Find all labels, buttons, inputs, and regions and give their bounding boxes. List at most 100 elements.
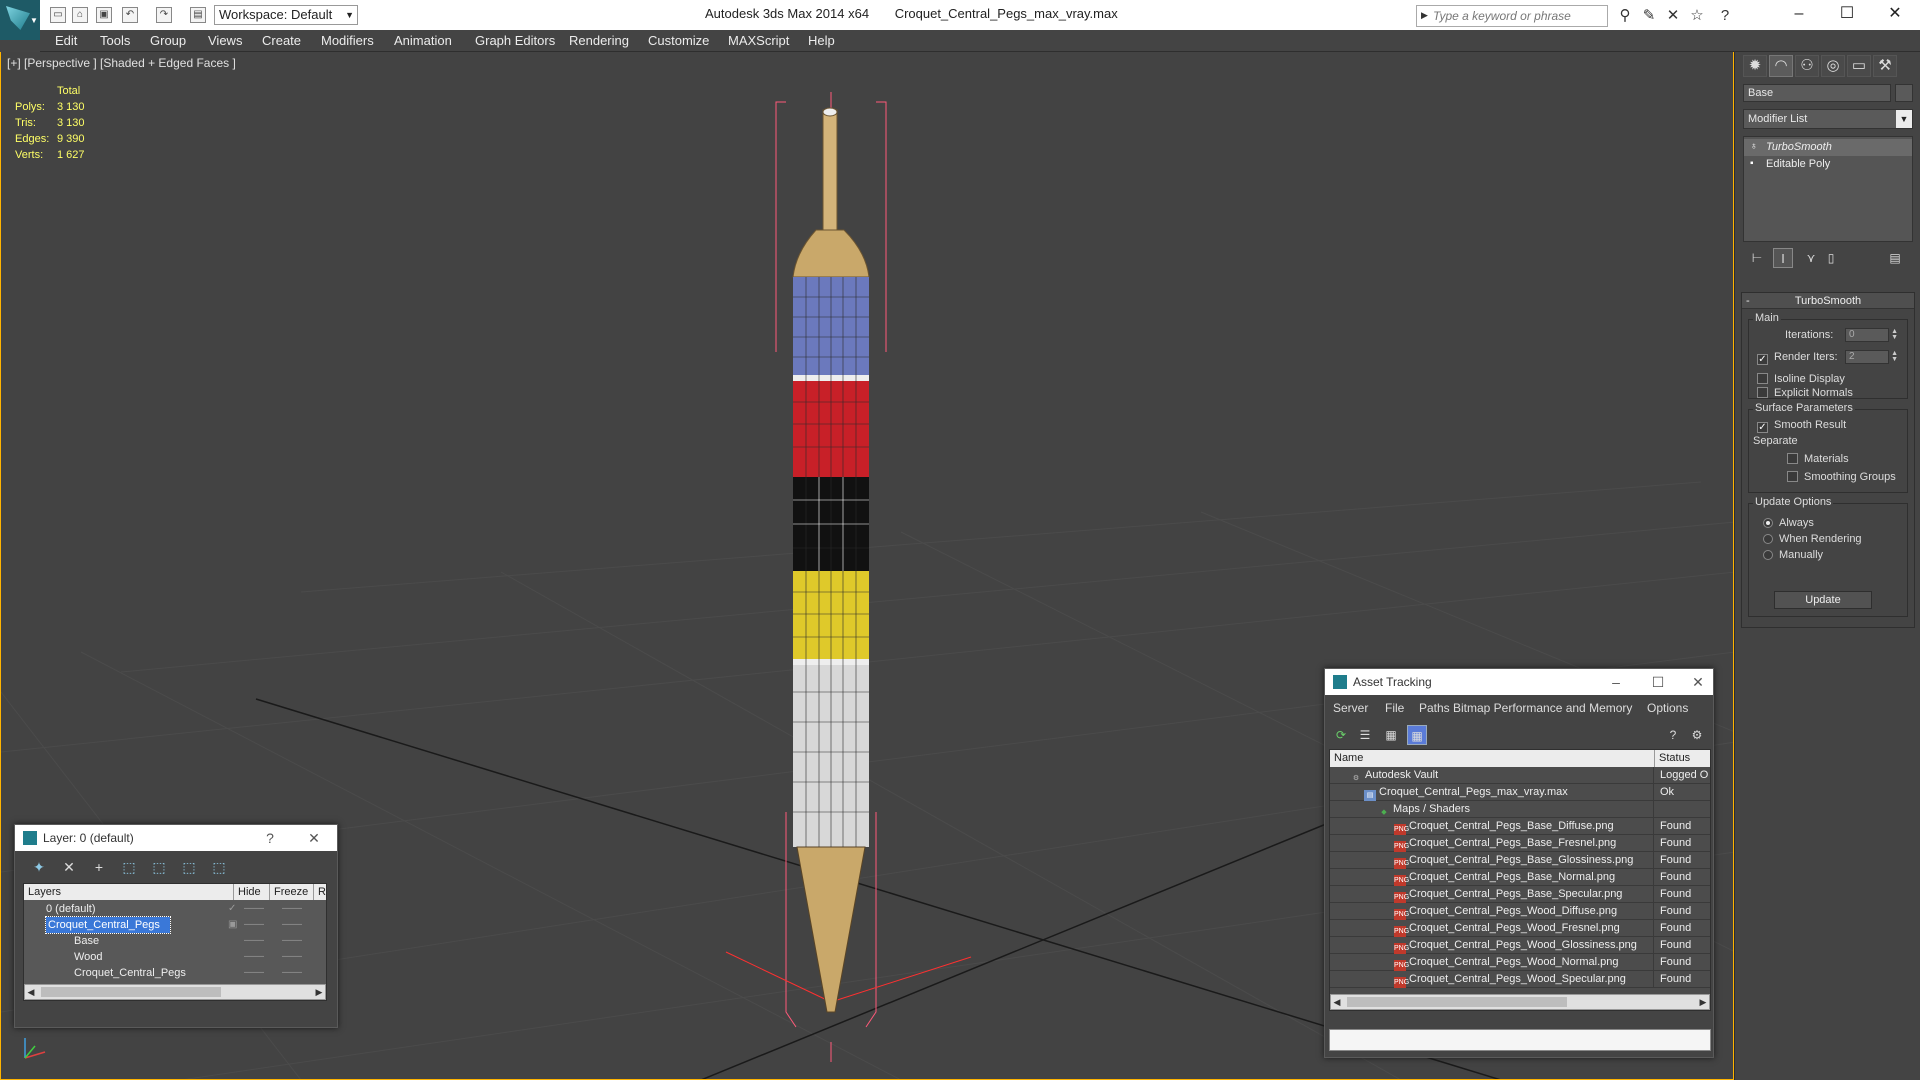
asset-row[interactable]: ▤ Croquet_Central_Pegs_max_vray.max Ok — [1330, 784, 1710, 801]
display-tab-icon[interactable]: ▭ — [1847, 55, 1871, 77]
help-icon[interactable]: ? — [1716, 7, 1734, 25]
column-status[interactable]: Status — [1654, 750, 1690, 767]
remove-modifier-icon[interactable]: ▯ — [1821, 248, 1841, 268]
minimize-button[interactable]: – — [1601, 669, 1631, 695]
asset-row[interactable]: PNGCroquet_Central_Pegs_Base_Glossiness.… — [1330, 852, 1710, 869]
maximize-button[interactable]: ☐ — [1643, 669, 1673, 695]
layer-row[interactable]: Croquet_Central_Pegs —— —— — [24, 965, 326, 981]
layer-row[interactable]: 0 (default) ✓ —— —— — [24, 901, 326, 917]
object-color-swatch[interactable] — [1895, 84, 1913, 102]
checkbox-icon[interactable] — [1757, 387, 1768, 398]
pin-stack-icon[interactable]: ⊢ — [1747, 248, 1767, 268]
object-name-input[interactable]: Base — [1743, 84, 1891, 102]
asset-row[interactable]: ◆ Maps / Shaders — [1330, 801, 1710, 818]
close-button[interactable]: ✕ — [1872, 0, 1918, 30]
create-layer-icon[interactable]: ✦ — [29, 857, 49, 877]
utilities-tab-icon[interactable]: ⚒ — [1873, 55, 1897, 77]
menu-rendering[interactable]: Rendering — [569, 33, 629, 48]
layer-freeze[interactable]: —— — [282, 901, 302, 917]
highlight-layer-icon[interactable]: ⬚ — [149, 857, 169, 877]
menu-views[interactable]: Views — [208, 33, 242, 48]
open-file-icon[interactable]: ⌂ — [72, 7, 88, 23]
close-button[interactable]: ✕ — [299, 825, 329, 851]
checkbox-checked-icon[interactable]: ✓ — [1757, 422, 1768, 433]
detail-view-icon[interactable]: ▦ — [1381, 725, 1401, 745]
freeze-all-layers-icon[interactable]: ⬚ — [209, 857, 229, 877]
smoothing-groups-row[interactable]: Smoothing Groups — [1787, 470, 1896, 484]
asset-row[interactable]: PNGCroquet_Central_Pegs_Wood_Diffuse.png… — [1330, 903, 1710, 920]
menu-modifiers[interactable]: Modifiers — [321, 33, 374, 48]
hierarchy-tab-icon[interactable]: ⚇ — [1795, 55, 1819, 77]
modifier-list-dropdown[interactable]: Modifier List ▼ — [1743, 109, 1913, 129]
update-button[interactable]: Update — [1774, 591, 1872, 609]
layer-hide[interactable]: —— — [244, 949, 264, 965]
spinner-arrows-icon[interactable]: ▲ ▼ — [1891, 328, 1898, 341]
checkbox-checked-icon[interactable]: ✓ — [1757, 354, 1768, 365]
select-objects-icon[interactable]: ⬚ — [119, 857, 139, 877]
layer-hide[interactable]: —— — [244, 965, 264, 981]
radio-icon[interactable] — [1763, 534, 1773, 544]
dialog-title-bar[interactable]: Asset Tracking – ☐ ✕ — [1325, 669, 1713, 695]
menu-file[interactable]: File — [1385, 701, 1404, 715]
layer-hide[interactable]: —— — [244, 917, 264, 933]
rollout-header[interactable]: - TurboSmooth — [1742, 293, 1914, 309]
asset-row[interactable]: PNGCroquet_Central_Pegs_Base_Normal.png F… — [1330, 869, 1710, 886]
asset-row[interactable]: PNGCroquet_Central_Pegs_Wood_Normal.png F… — [1330, 954, 1710, 971]
redo-icon[interactable]: ↷ — [156, 7, 172, 23]
layer-row[interactable]: Wood —— —— — [24, 949, 326, 965]
motion-tab-icon[interactable]: ◎ — [1821, 55, 1845, 77]
minimize-button[interactable]: – — [1776, 0, 1822, 30]
layer-freeze[interactable]: —— — [282, 965, 302, 981]
render-iters-spinner[interactable]: 2 ▲ ▼ — [1845, 350, 1898, 364]
column-render[interactable]: R — [314, 884, 326, 900]
column-hide[interactable]: Hide — [234, 884, 270, 900]
close-button[interactable]: ✕ — [1683, 669, 1713, 695]
expand-plus-icon[interactable]: ▪ — [1750, 158, 1760, 170]
asset-row[interactable]: ⚙ Autodesk Vault Logged O — [1330, 767, 1710, 784]
list-view-icon[interactable]: ☰ — [1355, 725, 1375, 745]
layer-freeze[interactable]: —— — [282, 949, 302, 965]
menu-paths[interactable]: Paths — [1419, 701, 1450, 715]
workspace-dropdown[interactable]: Workspace: Default ▼ — [214, 5, 358, 25]
menu-bitmap-performance[interactable]: Bitmap Performance and Memory — [1453, 701, 1632, 715]
asset-row[interactable]: PNGCroquet_Central_Pegs_Base_Specular.pn… — [1330, 886, 1710, 903]
spinner-arrows-icon[interactable]: ▲ ▼ — [1891, 350, 1898, 363]
help-button[interactable]: ? — [255, 825, 285, 851]
create-tab-icon[interactable]: ✹ — [1743, 55, 1767, 77]
horizontal-scrollbar[interactable]: ◀ ▶ — [24, 984, 326, 1000]
favorites-star-icon[interactable]: ☆ — [1688, 7, 1706, 25]
show-end-result-icon[interactable]: Ⅰ — [1773, 248, 1793, 268]
explicit-normals-row[interactable]: Explicit Normals — [1757, 386, 1853, 400]
maximize-button[interactable]: ☐ — [1824, 0, 1870, 30]
menu-options[interactable]: Options — [1647, 701, 1688, 715]
refresh-icon[interactable]: ⟳ — [1331, 725, 1351, 745]
menu-edit[interactable]: Edit — [55, 33, 77, 48]
asset-row[interactable]: PNGCroquet_Central_Pegs_Wood_Fresnel.png… — [1330, 920, 1710, 937]
layer-row[interactable]: Base —— —— — [24, 933, 326, 949]
layer-hide[interactable]: —— — [244, 933, 264, 949]
make-unique-icon[interactable]: ⋎ — [1801, 248, 1821, 268]
update-manually-radio[interactable]: Manually — [1763, 548, 1823, 562]
modify-tab-icon[interactable]: ◠ — [1769, 55, 1793, 77]
project-folder-icon[interactable]: ▤ — [190, 7, 206, 23]
update-when-rendering-radio[interactable]: When Rendering — [1763, 532, 1862, 546]
asset-path-field[interactable] — [1329, 1029, 1711, 1051]
layer-hide[interactable]: —— — [244, 901, 264, 917]
scroll-left-icon[interactable]: ◀ — [1331, 995, 1343, 1009]
add-to-layer-icon[interactable]: + — [89, 857, 109, 877]
menu-server[interactable]: Server — [1333, 701, 1368, 715]
render-iters-row[interactable]: ✓ Render Iters: — [1757, 350, 1838, 365]
layer-freeze[interactable]: —— — [282, 917, 302, 933]
column-name[interactable]: Name — [1334, 750, 1363, 767]
layer-freeze[interactable]: —— — [282, 933, 302, 949]
help-icon[interactable]: ? — [1663, 725, 1683, 745]
dialog-title-bar[interactable]: Layer: 0 (default) ? ✕ — [15, 825, 337, 851]
stack-item-turbosmooth[interactable]: ♁ TurboSmooth — [1744, 139, 1912, 156]
update-always-radio[interactable]: Always — [1763, 516, 1814, 530]
isoline-display-row[interactable]: Isoline Display — [1757, 372, 1845, 386]
scrollbar-thumb[interactable] — [1347, 997, 1567, 1007]
horizontal-scrollbar[interactable]: ◀ ▶ — [1330, 994, 1710, 1010]
menu-graph-editors[interactable]: Graph Editors — [475, 33, 555, 48]
undo-icon[interactable]: ↶ — [122, 7, 138, 23]
scroll-right-icon[interactable]: ▶ — [1697, 995, 1709, 1009]
